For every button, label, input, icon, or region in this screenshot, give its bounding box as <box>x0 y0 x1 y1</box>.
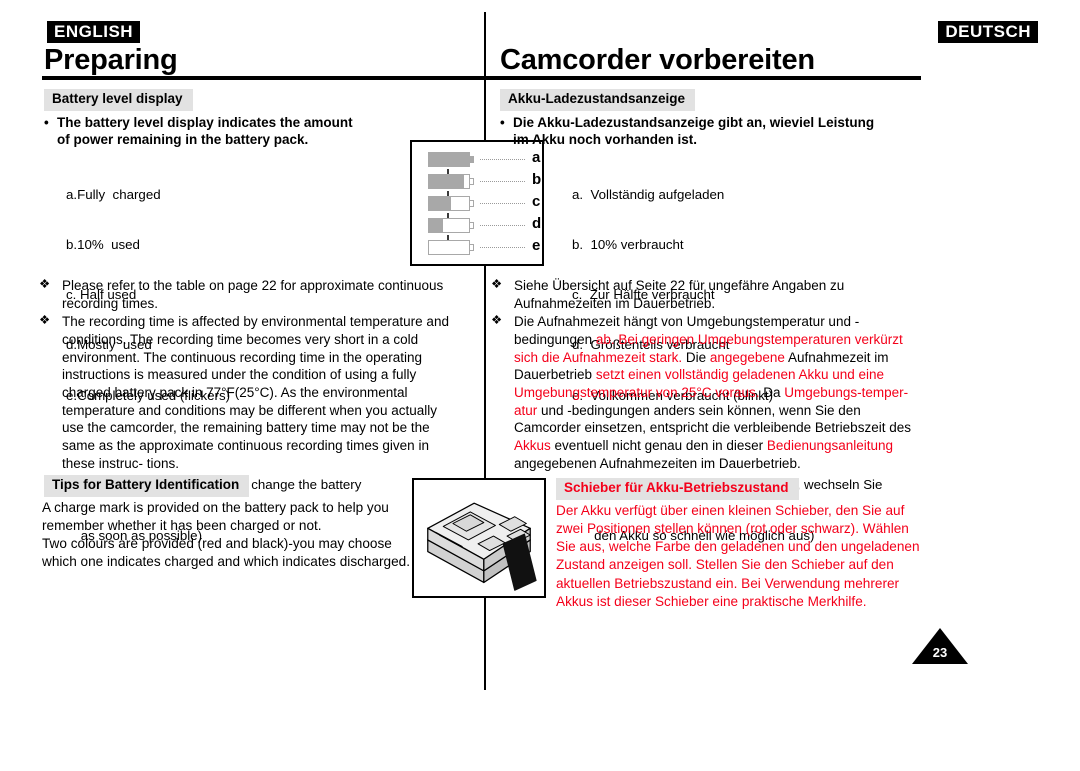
language-badge-english: ENGLISH <box>47 21 141 43</box>
battery-terminal <box>470 200 474 208</box>
battery-level-row-b: b <box>412 171 542 201</box>
clover-bullet-icon: ❖ <box>39 277 51 291</box>
german-note-bullet-2-text: Die Aufnahmezeit hängt von Umgebungstemp… <box>514 314 911 470</box>
page-number-label: 23 <box>932 645 948 660</box>
header-divider-rule <box>42 76 921 80</box>
leader-dots <box>480 181 525 182</box>
page-title-english: Preparing <box>44 44 178 76</box>
manual-page: ENGLISH DEUTSCH Preparing Camcorder vorb… <box>0 0 1080 771</box>
bullet-dot-icon: • <box>44 115 49 130</box>
text-line: Der Akku verfügt über einen kleinen Schi… <box>556 503 905 518</box>
text-line: Two colours are provided (red and black)… <box>42 536 392 552</box>
english-battery-level-lead: • The battery level display indicates th… <box>44 114 444 149</box>
text-line: Sie aus, welche Farbe den geladenen und … <box>556 539 920 555</box>
clover-bullet-icon: ❖ <box>39 313 51 328</box>
battery-level-label-e: e <box>532 237 541 254</box>
battery-level-row-a: a <box>412 149 542 179</box>
battery-level-label-c: c <box>532 193 541 210</box>
battery-level-label-d: d <box>532 215 542 232</box>
list-item: a.Fully charged <box>66 186 161 202</box>
leader-dots <box>480 225 525 226</box>
text-line: A charge mark is provided on the battery… <box>42 500 389 515</box>
page-number-badge: 23 <box>912 628 968 664</box>
german-slider-text: Der Akku verfügt über einen kleinen Schi… <box>556 502 936 611</box>
battery-icon-a <box>428 152 474 167</box>
clover-bullet-icon: ❖ <box>491 277 503 291</box>
battery-level-row-c: c <box>412 193 542 223</box>
text-line: zwei Positionen stellen können (rot oder… <box>556 521 909 537</box>
german-battery-level-lead-line1: Die Akku-Ladezustandsanzeige gibt an, wi… <box>513 115 875 130</box>
page-title-deutsch: Camcorder vorbereiten <box>500 44 815 76</box>
german-note-bullet-1: ❖ Siehe Übersicht auf Seite 22 für ungef… <box>488 277 928 312</box>
clover-bullet-icon: ❖ <box>491 313 503 328</box>
bullet-dot-icon: • <box>500 115 505 130</box>
list-item: a. Vollständig aufgeladen <box>572 186 725 202</box>
text-run-red: Akkus <box>514 438 555 454</box>
battery-icon-b <box>428 174 474 189</box>
leader-dots <box>480 247 525 248</box>
english-note-bullet-2: ❖ The recording time is affected by envi… <box>36 313 461 472</box>
battery-icon-e <box>428 240 474 255</box>
battery-pack-figure-box <box>412 478 546 598</box>
text-line: aktuellen Betriebszustand ein. Bei Verwe… <box>556 575 900 591</box>
english-section-heading-battery-identification-label: Tips for Battery Identification <box>44 475 250 497</box>
text-line: Akkus ist dieser Schieber eine praktisch… <box>556 593 867 609</box>
german-section-heading-slider-label: Schieber für Akku-Betriebszustand <box>556 478 799 500</box>
language-badge-english-label: ENGLISH <box>47 21 141 43</box>
language-badge-deutsch-label: DEUTSCH <box>938 21 1038 43</box>
battery-slider-tab <box>502 533 537 591</box>
battery-icon-c <box>428 196 474 211</box>
german-battery-level-lead-line2: im Akku noch vorhanden ist. <box>513 132 698 148</box>
text-run-black: Da <box>763 385 785 401</box>
language-badge-deutsch: DEUTSCH <box>938 21 1038 43</box>
leader-dots <box>480 159 525 160</box>
english-battery-level-lead-line2: of power remaining in the battery pack. <box>57 132 309 148</box>
battery-level-figure-box: abcde <box>410 140 544 266</box>
leader-dots <box>480 203 525 204</box>
battery-pack-illustration <box>427 502 537 591</box>
battery-level-row-d: d <box>412 215 542 245</box>
english-section-heading-battery-level-label: Battery level display <box>44 89 193 111</box>
battery-fill <box>429 219 444 232</box>
battery-fill <box>429 175 465 188</box>
english-note-bullet-1: ❖ Please refer to the table on page 22 f… <box>36 277 461 312</box>
battery-terminal <box>470 222 474 230</box>
english-note-bullet-1-text: Please refer to the table on page 22 for… <box>62 278 444 311</box>
battery-terminal <box>470 244 474 252</box>
english-battery-level-lead-line1: The battery level display indicates the … <box>57 115 353 130</box>
text-line: Zustand anzeigen soll. Stellen Sie den S… <box>556 557 894 573</box>
german-notes-bullets: ❖ Siehe Übersicht auf Seite 22 für ungef… <box>488 277 928 473</box>
list-item: b.10% used <box>66 236 140 252</box>
english-battery-identification-text: A charge mark is provided on the battery… <box>42 499 442 572</box>
german-battery-level-lead: • Die Akku-Ladezustandsanzeige gibt an, … <box>500 114 920 149</box>
german-section-heading-slider: Schieber für Akku-Betriebszustand <box>556 478 799 500</box>
english-notes-bullets: ❖ Please refer to the table on page 22 f… <box>36 277 461 473</box>
battery-icon-d <box>428 218 474 233</box>
text-run-black: und -bedingungen anders sein können, wen… <box>514 402 911 436</box>
text-run-black: Die <box>685 349 710 365</box>
english-section-heading-battery-identification: Tips for Battery Identification <box>44 475 250 497</box>
german-section-heading-battery-level-label: Akku-Ladezustandsanzeige <box>500 89 696 111</box>
text-line: remember whether it has been charged or … <box>42 518 322 534</box>
battery-level-label-b: b <box>532 171 542 188</box>
list-item: b. 10% verbraucht <box>572 236 684 252</box>
battery-fill <box>429 197 451 210</box>
text-run-black: eventuell nicht genau den in dieser <box>554 438 767 454</box>
battery-level-label-a: a <box>532 149 541 166</box>
german-note-bullet-2: ❖ Die Aufnahmezeit hängt von Umgebungste… <box>488 313 928 472</box>
battery-level-row-e: e <box>412 237 542 260</box>
battery-terminal <box>470 156 474 164</box>
german-section-heading-battery-level: Akku-Ladezustandsanzeige <box>500 89 696 111</box>
english-note-bullet-2-text: The recording time is affected by enviro… <box>62 314 449 471</box>
text-run-red: Bedienungsanleitung <box>766 438 894 454</box>
text-line: which one indicates charged and which in… <box>42 554 411 570</box>
german-note-bullet-1-text: Siehe Übersicht auf Seite 22 für ungefäh… <box>514 278 845 311</box>
english-section-heading-battery-level: Battery level display <box>44 89 193 111</box>
text-run-black: angegebenen Aufnahmezeiten im Dauerbetri… <box>514 455 801 471</box>
battery-terminal <box>470 178 474 186</box>
battery-fill <box>429 153 469 166</box>
text-run-red: angegebene <box>709 349 788 365</box>
